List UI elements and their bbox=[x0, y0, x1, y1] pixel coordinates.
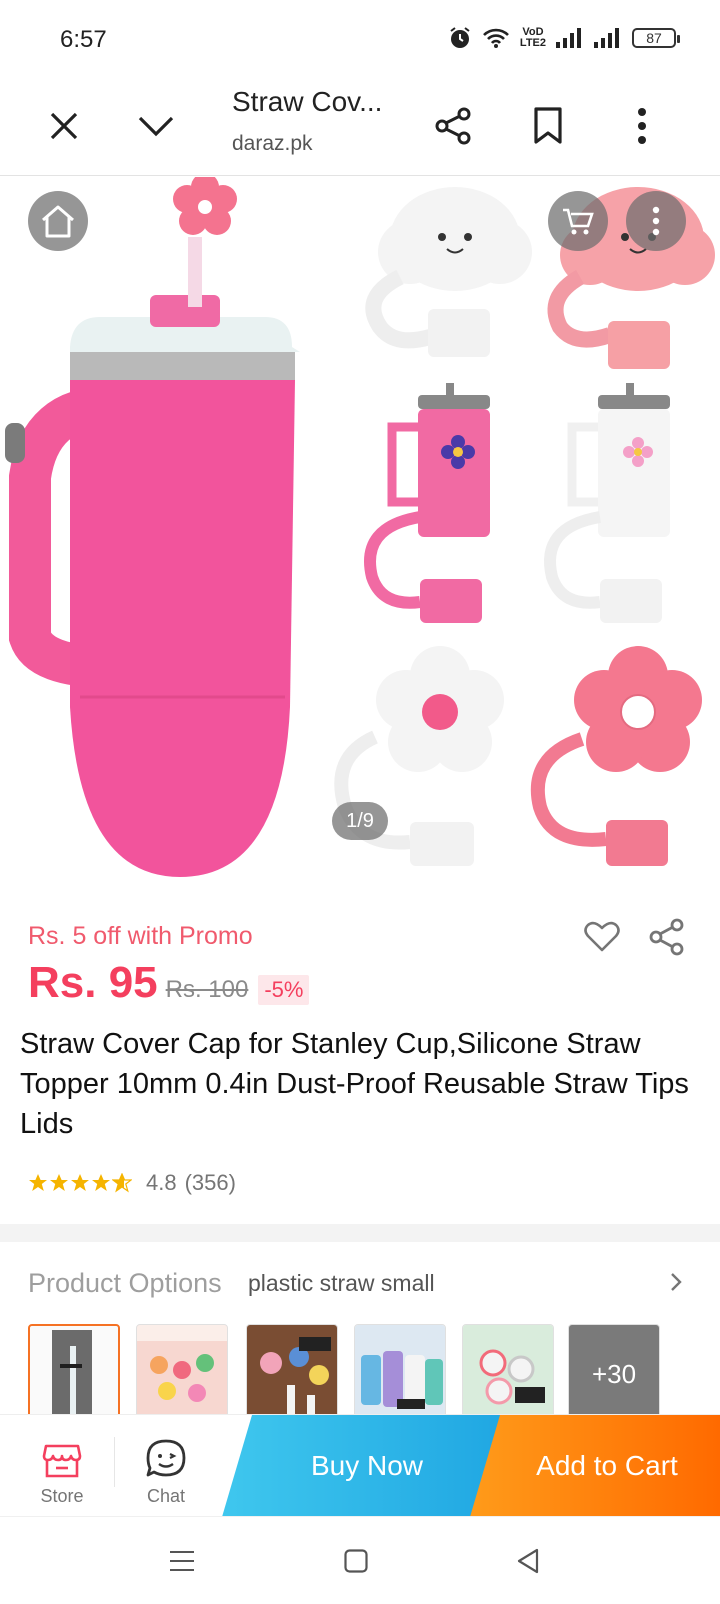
store-label: Store bbox=[40, 1486, 84, 1506]
signal-icon-1 bbox=[556, 28, 581, 48]
option-thumbnail[interactable] bbox=[246, 1324, 338, 1414]
current-price: Rs. 95 bbox=[28, 958, 158, 1007]
options-chevron[interactable] bbox=[670, 1272, 682, 1297]
more-options-count: +30 bbox=[591, 1358, 637, 1389]
rating-stars bbox=[28, 1173, 132, 1193]
star-half-icon bbox=[112, 1173, 132, 1193]
cart-icon bbox=[563, 208, 594, 235]
review-count: (356) bbox=[184, 1170, 236, 1195]
product-share-button[interactable] bbox=[648, 918, 686, 961]
chat-button[interactable]: Chat bbox=[116, 1415, 216, 1517]
option-thumbnails: +30 bbox=[28, 1324, 720, 1414]
product-options-value[interactable]: plastic straw small bbox=[248, 1270, 435, 1297]
store-button[interactable]: Store bbox=[12, 1415, 112, 1517]
more-vertical-icon bbox=[652, 206, 660, 236]
status-icons: VoD LTE2 87 bbox=[448, 26, 680, 50]
bookmark-button[interactable] bbox=[520, 98, 576, 154]
more-options-thumbnail[interactable]: +30 bbox=[568, 1324, 660, 1414]
share-button[interactable] bbox=[426, 98, 482, 154]
minimize-button[interactable] bbox=[128, 98, 184, 154]
system-nav-bar bbox=[0, 1516, 720, 1604]
product-options-label: Product Options bbox=[28, 1268, 222, 1298]
product-image bbox=[5, 177, 715, 877]
share-icon bbox=[435, 107, 471, 145]
signal-icon-2 bbox=[594, 28, 619, 48]
price-row: Rs. 95 Rs. 100 -5% bbox=[28, 958, 310, 1008]
chevron-down-icon bbox=[138, 116, 174, 137]
option-thumbnail[interactable] bbox=[28, 1324, 120, 1414]
gallery-menu-button[interactable] bbox=[626, 191, 686, 251]
pink-mini-tumbler-cap-illustration bbox=[364, 383, 490, 623]
product-title: Straw Cover Cap for Stanley Cup,Silicone… bbox=[20, 1028, 689, 1140]
buy-now-button[interactable]: Buy Now bbox=[222, 1415, 512, 1517]
browser-toolbar: Straw Cov... daraz.pk bbox=[0, 80, 720, 176]
star-icon bbox=[92, 1174, 110, 1191]
close-button[interactable] bbox=[36, 98, 92, 154]
share-icon bbox=[649, 918, 684, 956]
option-thumbnail[interactable] bbox=[136, 1324, 228, 1414]
more-menu-button[interactable] bbox=[614, 98, 670, 154]
close-icon bbox=[50, 112, 78, 140]
wifi-icon bbox=[483, 28, 509, 48]
square-icon bbox=[344, 1549, 368, 1573]
original-price: Rs. 100 bbox=[165, 976, 249, 1003]
star-icon bbox=[50, 1174, 68, 1191]
volte-indicator: VoD LTE2 bbox=[519, 26, 546, 49]
chat-label: Chat bbox=[146, 1486, 186, 1506]
heart-icon bbox=[584, 921, 620, 952]
pink-flower-cap-illustration bbox=[530, 646, 702, 866]
bookmark-icon bbox=[534, 107, 562, 144]
battery-indicator: 87 bbox=[632, 28, 680, 48]
status-time: 6:57 bbox=[60, 26, 107, 53]
rating-row[interactable]: 4.8 (356) bbox=[28, 1170, 236, 1196]
wishlist-button[interactable] bbox=[584, 920, 620, 957]
rating-value: 4.8 bbox=[146, 1170, 177, 1195]
back-triangle-icon bbox=[517, 1548, 539, 1574]
home-button[interactable] bbox=[28, 191, 88, 251]
home-icon bbox=[42, 205, 74, 238]
star-icon bbox=[71, 1174, 89, 1191]
menu-icon bbox=[170, 1551, 194, 1571]
bottom-action-bar: Store Chat Buy Now Add to Cart bbox=[0, 1414, 720, 1517]
status-bar: 6:57 VoD LTE2 87 bbox=[0, 0, 720, 80]
option-thumbnail[interactable] bbox=[354, 1324, 446, 1414]
star-icon bbox=[29, 1174, 47, 1191]
white-cloud-cap-illustration bbox=[365, 187, 532, 357]
cart-button[interactable] bbox=[548, 191, 608, 251]
option-thumbnail[interactable] bbox=[462, 1324, 554, 1414]
action-separator bbox=[114, 1437, 115, 1487]
discount-badge: -5% bbox=[258, 975, 310, 1005]
home-nav-button[interactable] bbox=[332, 1541, 380, 1581]
page-domain: daraz.pk bbox=[232, 132, 313, 155]
page-title: Straw Cov... bbox=[232, 86, 383, 117]
section-divider bbox=[0, 1224, 720, 1242]
store-icon bbox=[42, 1444, 82, 1478]
alarm-icon bbox=[450, 27, 470, 48]
white-mini-tumbler-cap-illustration bbox=[544, 383, 670, 623]
chevron-right-icon bbox=[671, 1273, 682, 1291]
back-nav-button[interactable] bbox=[504, 1541, 552, 1581]
add-to-cart-button[interactable]: Add to Cart bbox=[470, 1415, 720, 1517]
promo-text[interactable]: Rs. 5 off with Promo bbox=[28, 922, 253, 951]
pink-tumbler-illustration bbox=[5, 177, 300, 877]
image-counter: 1/9 bbox=[332, 802, 388, 840]
more-vertical-icon bbox=[638, 108, 646, 144]
product-image-gallery[interactable]: 1/9 bbox=[0, 177, 720, 900]
chat-icon bbox=[146, 1439, 186, 1477]
recents-button[interactable] bbox=[158, 1541, 206, 1581]
